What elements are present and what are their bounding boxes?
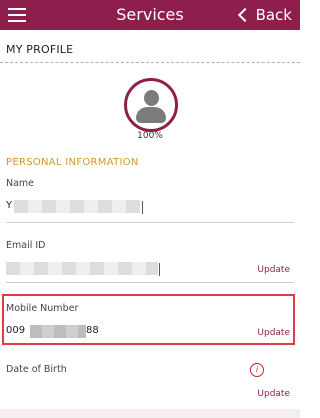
text-cursor xyxy=(159,263,160,276)
mobile-value-prefix: 009 xyxy=(6,325,26,336)
name-redaction xyxy=(14,200,140,213)
email-label: Email ID xyxy=(6,240,46,251)
name-label: Name xyxy=(6,178,35,189)
mobile-label: Mobile Number xyxy=(6,303,79,314)
divider xyxy=(6,222,294,223)
text-cursor xyxy=(142,201,143,214)
profile-completion: 100% xyxy=(137,131,163,141)
name-value-prefix: Y xyxy=(6,200,13,211)
section-title: PERSONAL INFORMATION xyxy=(6,157,139,168)
divider xyxy=(0,62,300,63)
bottom-strip xyxy=(0,409,300,418)
back-button[interactable]: Back xyxy=(237,5,292,25)
mobile-redaction xyxy=(30,325,86,338)
back-label: Back xyxy=(255,6,292,24)
mobile-update-link[interactable]: Update xyxy=(257,328,290,338)
info-icon[interactable]: i xyxy=(250,363,264,377)
email-update-link[interactable]: Update xyxy=(257,265,290,275)
user-avatar-icon xyxy=(124,78,178,132)
mobile-value-suffix: 88 xyxy=(86,325,99,336)
chevron-left-icon xyxy=(237,7,252,23)
dob-update-link[interactable]: Update xyxy=(257,389,290,399)
my-profile-heading: MY PROFILE xyxy=(6,43,74,56)
top-bar: Services Back xyxy=(0,0,300,30)
divider xyxy=(6,282,294,283)
email-redaction xyxy=(6,262,158,275)
dob-label: Date of Birth xyxy=(6,364,67,375)
